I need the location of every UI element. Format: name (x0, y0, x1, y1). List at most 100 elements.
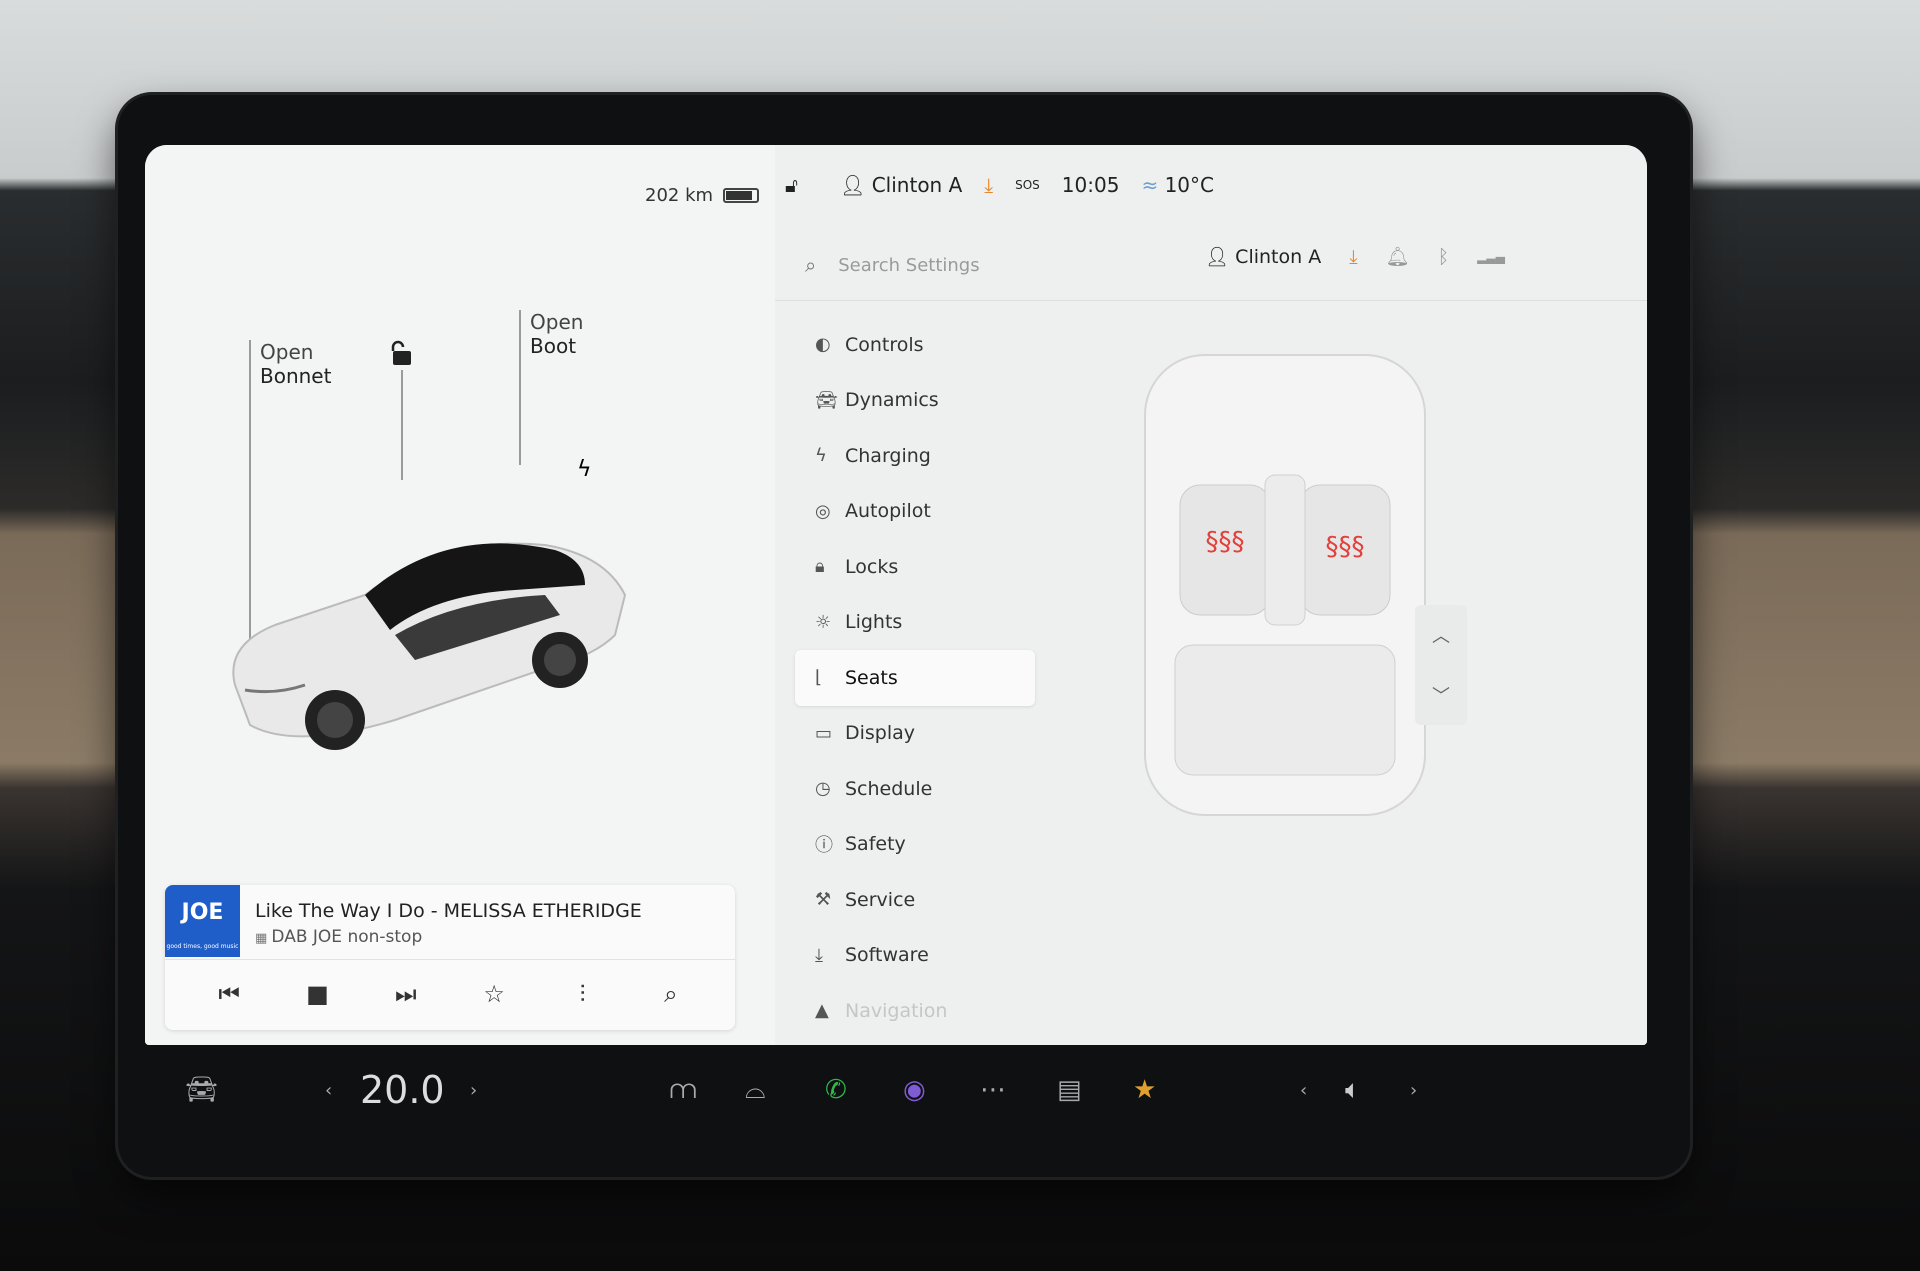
equalizer-icon[interactable]: ⫶ (562, 980, 602, 1008)
vehicle-panel: 202 km Open Bonnet Open Boot ϟ JOE good … (145, 145, 775, 1045)
settings-panel: 🔓︎ 👤︎ Clinton A ⤓ SOS 10:05 ≈ 10°C ⌕ Sea… (775, 145, 1647, 1045)
header-divider (775, 300, 1647, 301)
boot-label-2: Boot (530, 334, 577, 358)
clock-icon: ◷ (815, 778, 831, 800)
wrench-icon: ⚒ (815, 889, 832, 911)
user-icon: 👤︎ (839, 173, 866, 197)
rear-defrost-icon[interactable]: ⩋ (670, 1075, 696, 1106)
station-logo-tagline: good times, good music (166, 943, 239, 950)
car-icon[interactable]: 🚘︎ (185, 1075, 218, 1105)
bonnet-label-1: Open (260, 340, 314, 364)
chevron-down-icon[interactable]: ﹀ (1432, 682, 1450, 708)
menu-item-charging[interactable]: ϟ Charging (795, 428, 1035, 484)
camera-icon[interactable]: ◉ (903, 1075, 926, 1105)
menu-item-label: Software (845, 944, 929, 967)
search-icon: ⌕ (805, 253, 817, 277)
media-player[interactable]: JOE good times, good music Like The Way … (165, 885, 735, 1030)
previous-track-icon[interactable]: ⏮ (209, 980, 249, 1008)
search-placeholder: Search Settings (838, 254, 980, 276)
car-icon: 🚘︎ (815, 389, 838, 411)
menu-item-schedule[interactable]: ◷ Schedule (795, 761, 1035, 817)
touchscreen: 202 km Open Bonnet Open Boot ϟ JOE good … (145, 145, 1647, 1045)
menu-item-label: Service (845, 888, 916, 911)
charge-port-icon[interactable]: ϟ (577, 457, 592, 482)
steering-wheel-icon: ◎ (815, 500, 831, 522)
menu-item-lights[interactable]: ☼ Lights (795, 595, 1035, 651)
sos-icon[interactable]: SOS (1015, 178, 1040, 192)
bolt-icon: ϟ (815, 445, 827, 467)
front-defrost-icon[interactable]: ⌓ (745, 1075, 766, 1106)
menu-item-seats[interactable]: ⌊ Seats (795, 650, 1035, 706)
station-logo-text: JOE (181, 900, 224, 925)
user-profile-status[interactable]: 👤︎ Clinton A (840, 173, 962, 197)
menu-item-label: Controls (845, 333, 924, 356)
range-text: 202 km (645, 185, 714, 206)
menu-item-label: Dynamics (845, 389, 939, 412)
seat-scroll-controls: ︿ ﹀ (1415, 605, 1467, 725)
menu-item-label: Schedule (845, 777, 933, 800)
stop-icon[interactable]: ■ (297, 980, 337, 1008)
temp-increase-icon[interactable]: › (470, 1080, 477, 1101)
menu-item-label: Navigation (845, 999, 948, 1022)
passenger-seat-heat-icon: §§§ (1326, 532, 1365, 562)
display-icon: ▭ (815, 722, 833, 744)
profile-button[interactable]: 👤︎ Clinton A (1205, 245, 1321, 268)
lock-status-icon[interactable]: 🔓︎ (785, 173, 798, 197)
menu-item-service[interactable]: ⚒ Service (795, 872, 1035, 928)
calendar-icon[interactable]: ▤ (1057, 1075, 1082, 1105)
radio-icon: ▦ (255, 931, 272, 946)
menu-item-safety[interactable]: ⓘ Safety (795, 817, 1035, 873)
sun-icon: ☼ (815, 611, 832, 633)
station-logo: JOE good times, good music (165, 885, 240, 957)
menu-item-locks[interactable]: 🔒︎ Locks (795, 539, 1035, 595)
bell-icon[interactable]: 🔔︎ (1386, 245, 1410, 268)
temp-icon: ≈ (1141, 173, 1159, 197)
download-icon[interactable]: ⤓ (984, 173, 993, 197)
more-apps-icon[interactable]: ⋯ (980, 1075, 1006, 1105)
menu-item-label: Display (845, 722, 916, 745)
menu-item-dynamics[interactable]: 🚘︎ Dynamics (795, 373, 1035, 429)
phone-icon[interactable]: ✆ (825, 1075, 847, 1105)
lte-signal-icon: ▂▃▄ (1477, 249, 1505, 264)
toggle-icon: ◐ (815, 334, 831, 356)
menu-item-label: Locks (845, 555, 899, 578)
temp-decrease-icon[interactable]: ‹ (325, 1080, 332, 1101)
menu-item-label: Lights (845, 611, 903, 634)
track-source: ▦ DAB JOE non-stop (255, 927, 422, 947)
open-boot-button[interactable]: Open Boot (530, 310, 583, 358)
next-track-icon[interactable]: ⏭ (386, 980, 426, 1008)
track-title: Like The Way I Do - MELISSA ETHERIDGE (255, 900, 642, 922)
menu-item-controls[interactable]: ◐ Controls (795, 317, 1035, 373)
profile-icon: 👤︎ (1205, 246, 1230, 268)
battery-icon (723, 188, 760, 203)
menu-item-label: Seats (845, 666, 898, 689)
clock: 10:05 (1061, 173, 1120, 197)
favorite-star-icon[interactable]: ☆ (474, 980, 514, 1008)
boot-label-1: Open (530, 310, 584, 334)
menu-item-navigation[interactable]: ▲ Navigation (795, 983, 1035, 1039)
range-indicator: 202 km (645, 185, 760, 206)
volume-up-icon[interactable]: › (1410, 1080, 1417, 1101)
menu-item-display[interactable]: ▭ Display (795, 706, 1035, 762)
unlock-icon[interactable] (390, 340, 414, 370)
seat-heater-diagram: §§§ §§§ (1144, 354, 1426, 816)
bluetooth-icon[interactable]: ᛒ (1438, 246, 1449, 268)
settings-menu: ◐ Controls 🚘︎ Dynamics ϟ Charging ◎ Autopilot 🔒︎… (795, 317, 1035, 1039)
menu-item-software[interactable]: ⤓ Software (795, 928, 1035, 984)
menu-item-autopilot[interactable]: ◎ Autopilot (795, 484, 1035, 540)
software-update-icon[interactable]: ⤓ (1349, 246, 1357, 268)
chevron-up-icon[interactable]: ︿ (1432, 622, 1450, 648)
toybox-icon[interactable]: ★ (1133, 1075, 1156, 1105)
driver-seat-heat-icon: §§§ (1206, 527, 1245, 557)
open-bonnet-button[interactable]: Open Bonnet (260, 340, 331, 388)
cabin-temperature[interactable]: 20.0 (360, 1068, 445, 1112)
outside-temp-value: 10°C (1164, 173, 1214, 197)
status-bar: 🔓︎ 👤︎ Clinton A ⤓ SOS 10:05 ≈ 10°C (775, 145, 1647, 225)
menu-item-label: Safety (845, 833, 906, 856)
media-search-icon[interactable]: ⌕ (651, 980, 691, 1008)
download-icon: ⤓ (815, 944, 823, 966)
alert-icon: ⓘ (815, 835, 833, 857)
outside-temp: ≈ 10°C (1141, 173, 1214, 197)
volume-icon[interactable]: 🔈︎ (1345, 1075, 1361, 1106)
volume-down-icon[interactable]: ‹ (1300, 1080, 1307, 1101)
